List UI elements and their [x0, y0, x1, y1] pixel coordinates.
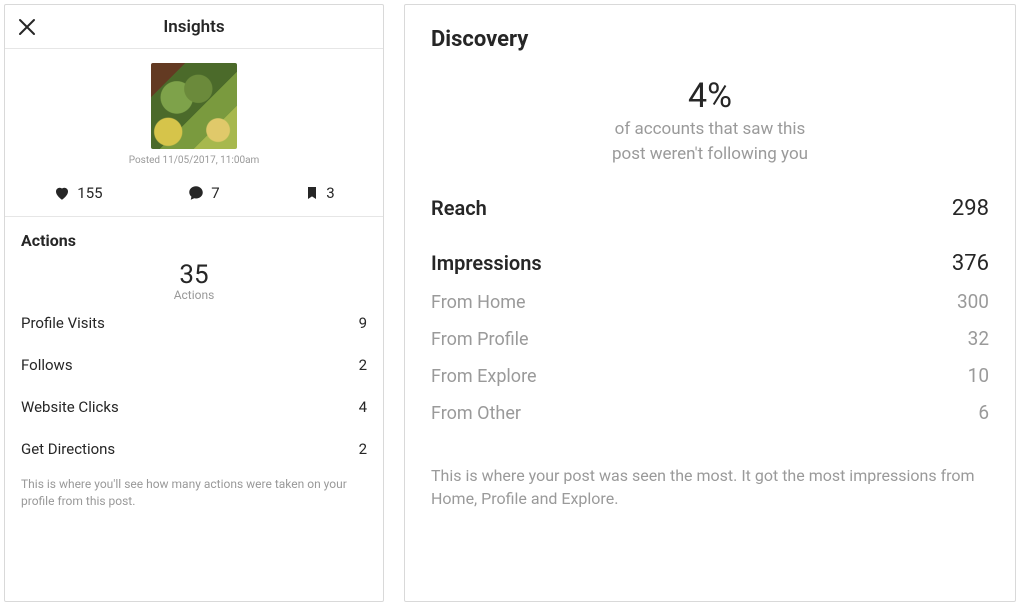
insights-header: Insights [5, 5, 383, 49]
from-explore-row: From Explore 10 [431, 364, 989, 387]
metric-value: 2 [359, 440, 367, 458]
metric-label: Website Clicks [21, 398, 119, 416]
from-home-value: 300 [957, 290, 989, 313]
from-other-value: 6 [978, 401, 989, 424]
reach-value: 298 [952, 196, 989, 221]
close-icon [17, 17, 37, 37]
discovery-percent: 4% [431, 76, 989, 116]
from-other-label: From Other [431, 403, 521, 424]
from-profile-value: 32 [968, 327, 989, 350]
discovery-footnote: This is where your post was seen the mos… [431, 464, 989, 510]
likes-stat[interactable]: 155 [53, 184, 102, 202]
discovery-percent-desc-l1: of accounts that saw this [431, 118, 989, 141]
post-thumbnail[interactable] [151, 63, 237, 149]
from-explore-label: From Explore [431, 366, 537, 387]
metric-profile-visits: Profile Visits 9 [21, 302, 367, 344]
impressions-label: Impressions [431, 251, 542, 275]
from-home-row: From Home 300 [431, 290, 989, 313]
from-other-row: From Other 6 [431, 401, 989, 424]
metric-label: Profile Visits [21, 314, 105, 332]
metric-value: 2 [359, 356, 367, 374]
actions-section: Actions 35 Actions Profile Visits 9 Foll… [5, 217, 383, 601]
close-button[interactable] [5, 5, 49, 49]
heart-icon [53, 184, 71, 202]
discovery-panel: Discovery 4% of accounts that saw this p… [404, 4, 1016, 602]
metric-value: 4 [359, 398, 367, 416]
insights-panel: Insights Posted 11/05/2017, 11:00am 155 … [4, 4, 384, 602]
discovery-percent-desc-l2: post weren't following you [431, 143, 989, 166]
actions-title: Actions [21, 231, 367, 250]
metric-label: Get Directions [21, 440, 115, 458]
metric-website-clicks: Website Clicks 4 [21, 386, 367, 428]
metric-value: 9 [359, 314, 367, 332]
posted-timestamp: Posted 11/05/2017, 11:00am [129, 155, 260, 166]
comments-count: 7 [211, 184, 219, 202]
discovery-title: Discovery [431, 27, 989, 52]
from-explore-value: 10 [968, 364, 989, 387]
page-title: Insights [5, 17, 383, 37]
actions-footnote: This is where you'll see how many action… [21, 476, 367, 510]
engagement-row: 155 7 3 [5, 174, 383, 217]
reach-label: Reach [431, 196, 487, 220]
saves-stat[interactable]: 3 [304, 184, 334, 202]
impressions-row: Impressions 376 [431, 251, 989, 276]
reach-row: Reach 298 [431, 196, 989, 221]
metric-label: Follows [21, 356, 73, 374]
impressions-value: 376 [952, 251, 989, 276]
comments-stat[interactable]: 7 [187, 184, 219, 202]
metric-follows: Follows 2 [21, 344, 367, 386]
actions-total-number: 35 [21, 260, 367, 290]
comment-icon [187, 184, 205, 202]
from-profile-label: From Profile [431, 329, 529, 350]
actions-total: 35 Actions [21, 260, 367, 302]
metric-get-directions: Get Directions 2 [21, 428, 367, 470]
saves-count: 3 [326, 184, 334, 202]
post-preview: Posted 11/05/2017, 11:00am [5, 49, 383, 174]
actions-total-label: Actions [21, 288, 367, 302]
likes-count: 155 [77, 184, 102, 202]
bookmark-icon [304, 184, 320, 202]
from-home-label: From Home [431, 292, 526, 313]
discovery-percent-block: 4% of accounts that saw this post weren'… [431, 76, 989, 166]
from-profile-row: From Profile 32 [431, 327, 989, 350]
